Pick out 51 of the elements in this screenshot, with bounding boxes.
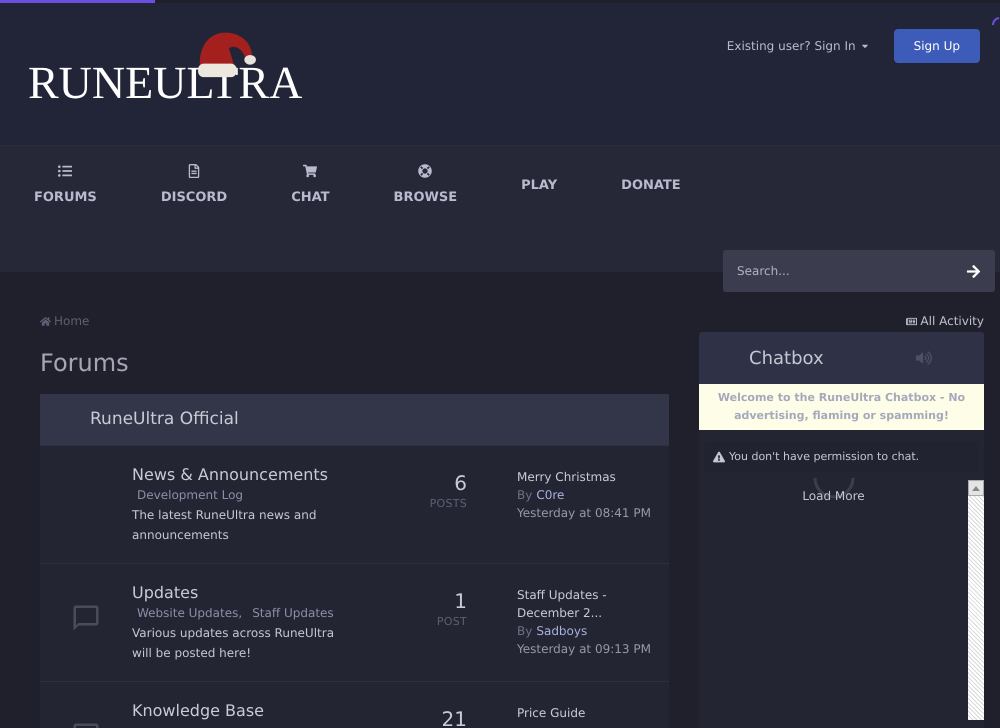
scrollbar[interactable] [968,480,984,720]
search-submit-icon[interactable] [966,264,981,279]
chat-bubble-icon [71,603,101,633]
sign-in-link[interactable]: Existing user? Sign In [726,37,870,55]
load-more-button[interactable]: Load More [802,486,865,506]
forum-description: The latest RuneUltra news and announcements [132,507,318,544]
scroll-up-icon[interactable] [972,486,980,490]
author-link[interactable]: C0re [536,486,564,504]
newspaper-icon [906,316,918,326]
document-icon [187,164,201,178]
forum-title[interactable]: Updates [132,582,198,604]
forum-description: Various updates across RuneUltra will be posted here! [132,625,336,662]
search-field[interactable]: Search... [723,250,995,292]
nav-item[interactable]: BROWSE [394,162,458,208]
last-post-time: Yesterday at 09:13 PM [517,641,652,658]
speaker-icon[interactable] [916,350,932,366]
last-post-title[interactable]: Price Guide [517,704,635,722]
nav-item[interactable]: FORUMS [34,162,97,208]
post-count: 1 [453,588,467,614]
cart-icon [303,164,318,178]
post-count: 21 [440,706,467,728]
forum-title[interactable]: News & Announcements [132,464,328,486]
post-count: 6 [453,470,467,496]
category-header: RuneUltra Official [40,394,669,445]
warning-icon [713,451,725,463]
last-post-time: Yesterday at 08:41 PM [517,505,652,522]
subforum-link[interactable]: Website Updates, [137,604,242,622]
permission-warning: You don't have permission to chat. [729,448,920,465]
last-post-title[interactable]: Merry Christmas [517,468,635,486]
sign-up-button[interactable]: Sign Up [894,29,980,63]
post-count-label: POSTS [428,496,467,512]
by-label: By [517,487,532,504]
nav-item[interactable]: CHAT [291,162,330,208]
nav-item[interactable]: PLAY [521,162,558,208]
home-icon [40,316,51,326]
forum-title[interactable]: Knowledge Base [132,700,264,722]
nav-item[interactable]: DISCORD [160,162,228,208]
page-title: Forums [40,348,130,379]
subforum-link[interactable]: Development Log [137,486,244,504]
nav-item[interactable]: DONATE [621,162,681,208]
all-activity-link[interactable]: All Activity [906,312,984,330]
by-label: By [517,623,532,640]
author-link[interactable]: Sadboys [536,622,588,640]
subforum-link[interactable]: Staff Updates [252,604,334,622]
list-icon [58,164,72,178]
chatbox-title: Chatbox [749,346,824,370]
last-post-title[interactable]: Staff Updates - December 2... [517,586,635,622]
post-count-label: POST [436,614,467,630]
lifebuoy-icon [418,164,432,178]
chatbox-notice: Welcome to the RuneUltra Chatbox - No advertising, flaming or spamming! [699,384,984,430]
site-logo[interactable]: RUNEULTRA [28,53,302,113]
